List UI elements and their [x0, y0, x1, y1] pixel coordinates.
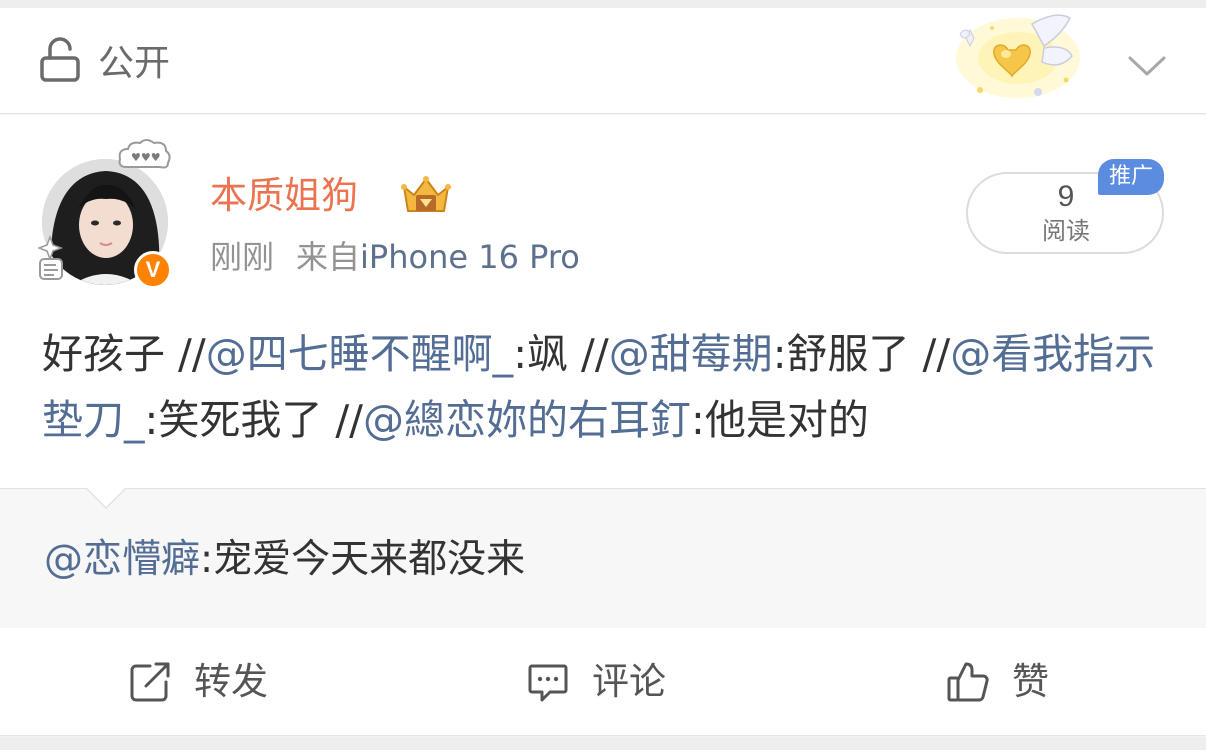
- promote-badge[interactable]: 推广: [1098, 159, 1164, 195]
- sparkle-sticker-icon: [38, 235, 64, 280]
- thumbs-up-icon: [947, 662, 989, 702]
- chevron-down-icon[interactable]: [1124, 42, 1170, 88]
- bottom-divider: [0, 737, 1206, 750]
- read-label: 阅读: [1042, 217, 1090, 245]
- username[interactable]: 本质姐狗: [210, 173, 358, 219]
- post-content: 好孩子 //@四七睡不醒啊_:飒 //@甜莓期:舒服了 //@看我指示垫刀_:笑…: [42, 321, 1172, 453]
- share-icon: [130, 662, 170, 702]
- mention-link[interactable]: @總恋妳的右耳釘: [363, 396, 691, 444]
- repost-comment: :笑死我了: [144, 396, 336, 444]
- source-prefix: 来自: [296, 238, 361, 276]
- mention-link[interactable]: @四七睡不醒啊_: [206, 330, 514, 378]
- repost-separator: //: [922, 330, 951, 378]
- repost-separator: //: [178, 330, 206, 378]
- repost-separator: //: [335, 396, 363, 444]
- svg-text:♥♥♥: ♥♥♥: [131, 151, 161, 164]
- share-button[interactable]: 转发: [128, 628, 268, 736]
- retweet-text: :宠爱今天来都没来: [200, 537, 526, 582]
- avatar[interactable]: ♥♥♥ V: [36, 137, 176, 289]
- repost-comment: :舒服了: [772, 330, 923, 378]
- repost-comment: :飒: [513, 330, 582, 378]
- retweet-box[interactable]: @恋懵癖:宠爱今天来都没来: [0, 488, 1206, 628]
- share-label: 转发: [194, 660, 268, 703]
- comment-label: 评论: [592, 660, 666, 703]
- top-divider: [0, 0, 1206, 8]
- comment-icon: [528, 664, 568, 702]
- vip-crown-icon[interactable]: [398, 173, 454, 219]
- repost-separator: //: [581, 330, 609, 378]
- post-lead-text: 好孩子: [42, 330, 179, 378]
- repost-comment: :他是对的: [691, 396, 869, 444]
- weibo-post-page: 公开 ♥♥♥ V 本质姐狗 刚刚 来自iPhone 16 Pro 9 阅读 推广…: [0, 0, 1206, 750]
- mention-link[interactable]: @甜莓期: [609, 330, 773, 378]
- post-time: 刚刚: [210, 238, 275, 276]
- action-bar: 转发 评论 赞: [0, 628, 1206, 736]
- retweet-author-link[interactable]: @恋懵癖: [44, 537, 200, 582]
- post-card: ♥♥♥ V 本质姐狗 刚刚 来自iPhone 16 Pro 9 阅读 推广 好孩…: [0, 115, 1206, 488]
- visibility-bar[interactable]: 公开: [0, 8, 1206, 114]
- cloud-sticker-icon: ♥♥♥: [118, 139, 171, 169]
- lock-open-icon: [40, 37, 80, 82]
- heart-wings-decoration-icon: [956, 14, 1080, 98]
- retweet-pointer: [86, 488, 126, 510]
- like-button[interactable]: 赞: [946, 628, 1049, 736]
- verified-badge-icon: V: [134, 251, 172, 289]
- post-meta: 刚刚 来自iPhone 16 Pro: [210, 237, 580, 277]
- like-label: 赞: [1012, 660, 1049, 703]
- visibility-label: 公开: [98, 43, 171, 84]
- comment-button[interactable]: 评论: [526, 628, 666, 736]
- post-source[interactable]: iPhone 16 Pro: [360, 238, 580, 276]
- retweet-content: @恋懵癖:宠爱今天来都没来: [44, 535, 525, 585]
